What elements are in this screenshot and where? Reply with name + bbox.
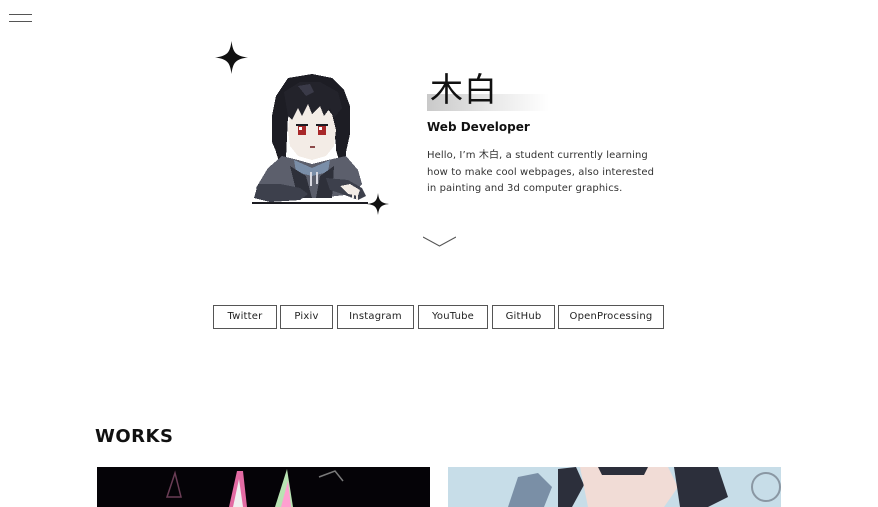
works-heading: WORKS bbox=[95, 426, 174, 447]
link-github[interactable]: GitHub bbox=[492, 305, 555, 329]
work-thumbnail bbox=[448, 467, 781, 507]
menu-icon-line bbox=[9, 14, 32, 15]
sparkle-icon bbox=[215, 41, 248, 74]
menu-icon-line bbox=[9, 21, 32, 22]
profile-bio: Hello, I’m 木白, a student currently learn… bbox=[427, 150, 655, 194]
link-pixiv[interactable]: Pixiv bbox=[280, 305, 333, 329]
profile-section: 木白 Web Developer Hello, I’m 木白, a studen… bbox=[427, 70, 667, 198]
profile-name: 木白 bbox=[430, 70, 498, 109]
link-openprocessing[interactable]: OpenProcessing bbox=[558, 305, 664, 329]
link-twitter[interactable]: Twitter bbox=[213, 305, 277, 329]
work-card[interactable] bbox=[448, 467, 781, 507]
chevron-down-icon[interactable] bbox=[423, 236, 456, 248]
work-card[interactable] bbox=[97, 467, 430, 507]
link-instagram[interactable]: Instagram bbox=[337, 305, 414, 329]
avatar bbox=[252, 74, 368, 204]
link-youtube[interactable]: YouTube bbox=[418, 305, 488, 329]
profile-role: Web Developer bbox=[427, 120, 530, 134]
work-thumbnail bbox=[97, 467, 430, 507]
menu-button[interactable] bbox=[9, 13, 33, 25]
name-block: 木白 bbox=[427, 70, 667, 112]
